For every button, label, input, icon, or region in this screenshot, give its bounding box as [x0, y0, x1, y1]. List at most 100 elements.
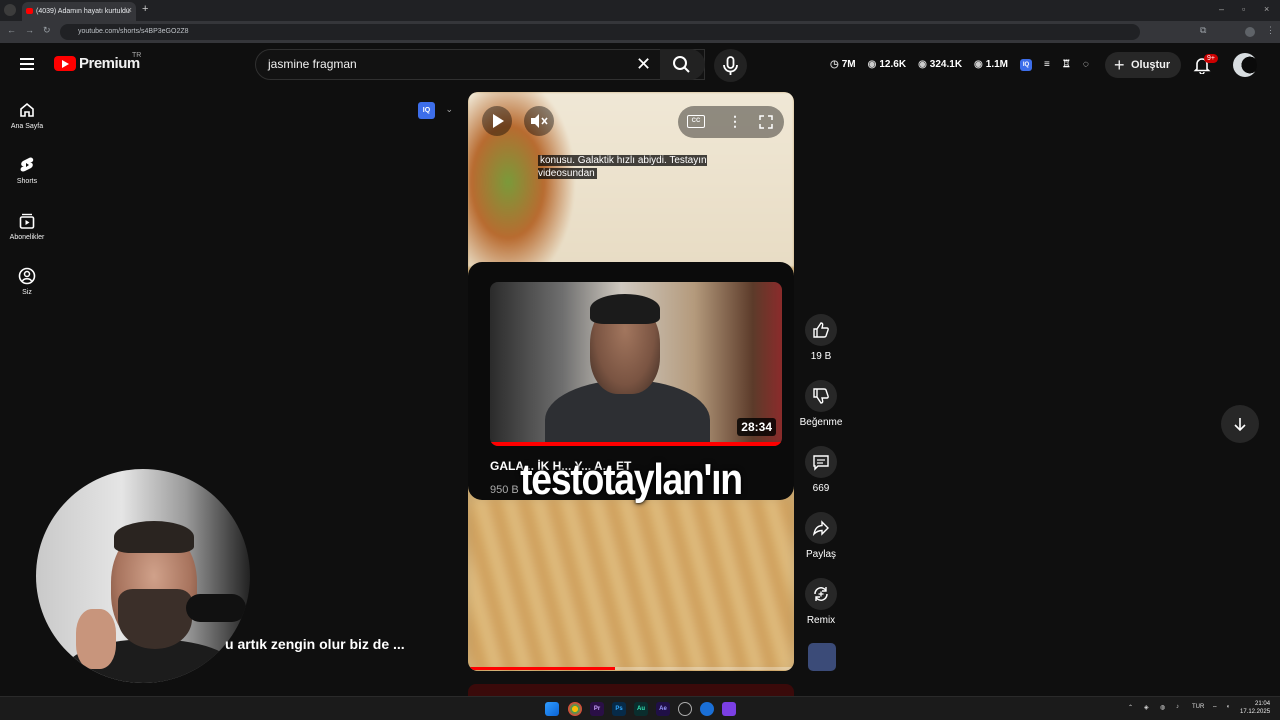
iq-player-badge[interactable]: IQ ⌄ [418, 99, 453, 119]
chrome-icon[interactable] [568, 702, 582, 716]
stat-views-1: ◉ 12.6K [867, 59, 907, 70]
clear-search-icon[interactable]: ✕ [636, 54, 651, 75]
dislike-label: Beğenme [799, 417, 843, 428]
play-button[interactable] [482, 106, 512, 136]
related-video-thumbnail[interactable]: 28:34 [490, 282, 782, 446]
comment-icon [813, 455, 829, 471]
forward-icon[interactable]: → [25, 25, 34, 35]
chat-icon[interactable]: ◌ [1083, 59, 1089, 71]
chevron-down-icon: ⌄ [445, 104, 453, 114]
browser-app-icon[interactable] [700, 702, 714, 716]
sidebar-item-label: Shorts [16, 178, 38, 185]
tray-chevron-icon[interactable]: ⌃ [1128, 704, 1133, 711]
shorts-player[interactable]: CC ⋮ konusu. Galaktik hızlı abiydi. Test… [468, 92, 794, 671]
messaging-app-icon[interactable] [722, 702, 736, 716]
iq-extension-icon[interactable]: IQ [1020, 59, 1033, 71]
burned-in-subtitle: testotaylan'ın [520, 455, 743, 504]
video-duration: 28:34 [737, 418, 776, 436]
photoshop-icon[interactable]: Ps [612, 702, 626, 716]
mute-button[interactable] [524, 106, 554, 136]
sidebar-item-label: Siz [22, 289, 32, 296]
speaker-icon[interactable]: ◖ [1226, 704, 1230, 710]
back-icon[interactable]: ← [7, 25, 16, 35]
thumbs-down-icon [813, 388, 829, 404]
search-button[interactable] [660, 49, 705, 80]
extensions-icon[interactable]: ⧉ [1200, 25, 1206, 36]
share-button[interactable]: Paylaş [797, 512, 845, 560]
video-progress-bar[interactable] [468, 667, 794, 670]
account-avatar[interactable] [1233, 53, 1257, 77]
url-bar[interactable]: youtube.com/shorts/s4BP3eGO2Z8 [60, 24, 1140, 40]
video-caption: konusu. Galaktik hızlı abiydi. Testayın … [538, 154, 728, 180]
browser-tab-bar: (4039) Adamın hayatı kurtuldu × + – ▫ × [0, 0, 1280, 21]
profile-icon[interactable] [1245, 27, 1255, 37]
wifi-icon[interactable]: ⌔ [1212, 704, 1218, 712]
like-button[interactable]: 19 B [797, 314, 845, 362]
player-controls-pill: CC ⋮ [678, 106, 784, 138]
video-progress-fill [468, 667, 615, 670]
stat-views-2: ◉ 324.1K [918, 59, 963, 70]
shorts-icon [20, 157, 34, 172]
remix-label: Remix [806, 615, 836, 626]
webcam-overlay [36, 469, 250, 683]
audition-icon[interactable]: Au [634, 702, 648, 716]
windows-start-icon[interactable] [545, 702, 559, 716]
maximize-button[interactable]: ▫ [1242, 4, 1245, 14]
windows-taskbar: Pr Ps Au Ae ⌃ ◈ ◍ ♪ TUR ⌔ ◖ 21:04 17.12.… [0, 696, 1280, 720]
after-effects-icon[interactable]: Ae [656, 702, 670, 716]
remix-icon [814, 587, 828, 601]
share-label: Paylaş [805, 549, 836, 560]
volume-icon[interactable]: ♪ [1176, 704, 1179, 710]
remix-button[interactable]: Remix [797, 578, 845, 626]
tray-app-icon[interactable]: ◈ [1144, 704, 1149, 711]
taskbar-clock[interactable]: 21:04 17.12.2025 [1240, 700, 1270, 716]
youtube-favicon-icon [26, 8, 33, 14]
premiere-icon[interactable]: Pr [590, 702, 604, 716]
share-icon [812, 520, 829, 537]
tab-search-button[interactable] [4, 4, 16, 16]
tab-close-icon[interactable]: × [127, 5, 132, 15]
window-close-button[interactable]: × [1264, 4, 1269, 14]
notification-badge: 9+ [1204, 54, 1218, 63]
more-options-icon[interactable]: ⋮ [728, 113, 742, 130]
play-icon [493, 114, 504, 128]
sidebar-item-shorts[interactable]: Shorts [0, 156, 54, 185]
browser-menu-icon[interactable]: ⋮ [1266, 25, 1275, 36]
sound-thumbnail[interactable] [808, 643, 836, 671]
minimize-button[interactable]: – [1219, 4, 1224, 14]
browser-tab[interactable]: (4039) Adamın hayatı kurtuldu × [22, 2, 136, 21]
stat-views-3: ◉ 1.1M [974, 59, 1009, 70]
captions-icon[interactable]: CC [687, 115, 705, 128]
sidebar-item-you[interactable]: Siz [0, 267, 54, 296]
create-button[interactable]: Oluştur [1105, 52, 1181, 78]
voice-search-button[interactable] [714, 49, 747, 82]
menu-icon[interactable] [20, 58, 34, 70]
search-icon [673, 56, 690, 73]
country-code: TR [132, 52, 142, 59]
youtube-header: Premium TR jasmine fragman ✕ ◷ 7M ◉ 12.6K … [0, 43, 1280, 87]
dislike-button[interactable]: Beğenme [797, 380, 845, 428]
overlay-subtitle-text: u artık zengin olur biz de ... [225, 636, 405, 652]
caption-text: konusu. Galaktik hızlı abiydi. Testayın … [538, 155, 707, 179]
settings-gear-icon[interactable] [678, 702, 692, 716]
subscriptions-icon [19, 213, 35, 229]
comments-button[interactable]: 669 [797, 446, 845, 494]
language-indicator[interactable]: TUR [1192, 704, 1204, 710]
sidebar-item-home[interactable]: Ana Sayfa [0, 101, 54, 130]
iq-player-label: IQ [418, 102, 435, 119]
reload-icon[interactable]: ↻ [43, 25, 51, 36]
network-icon[interactable]: ◍ [1160, 704, 1165, 711]
sidebar-item-subscriptions[interactable]: Abonelikler [0, 212, 54, 241]
browser-address-bar: ← → ↻ youtube.com/shorts/s4BP3eGO2Z8 ⧉ ⋮ [0, 21, 1280, 43]
youtube-premium-logo[interactable]: Premium TR [54, 52, 142, 72]
sidebar-item-label: Abonelikler [9, 234, 45, 241]
you-icon [18, 267, 36, 285]
search-value: jasmine fragman [268, 57, 357, 71]
new-tab-button[interactable]: + [142, 3, 148, 15]
trophy-icon[interactable]: ♖ [1062, 59, 1071, 71]
list-icon[interactable]: ≡ [1044, 59, 1050, 71]
fullscreen-icon[interactable] [758, 114, 774, 130]
next-short-preview[interactable] [468, 684, 794, 696]
next-short-button[interactable] [1221, 405, 1259, 443]
like-count: 19 B [810, 351, 832, 362]
